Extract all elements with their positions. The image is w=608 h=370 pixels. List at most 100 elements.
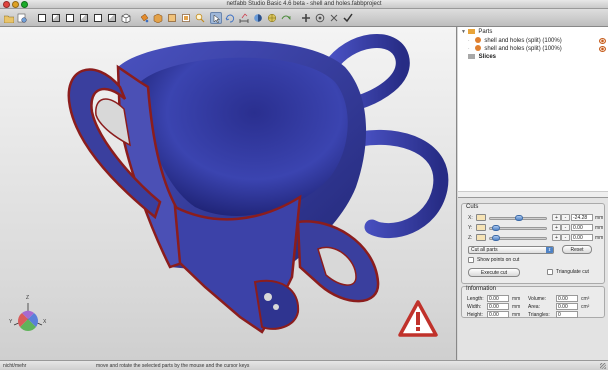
information-group: Information Length: 0.00 mm Width: 0.00 … [461,286,605,318]
triangles-label: Triangles: [528,312,550,318]
axis-gizmo [13,303,43,331]
apply-checkmark-icon[interactable] [342,12,354,24]
cut-z-unit: mm [595,235,604,241]
visibility-eye-icon[interactable] [599,46,606,52]
cut-x-plus-button[interactable]: - [561,214,570,221]
main-toolbar [0,9,608,27]
tree-horizontal-scrollbar[interactable] [458,191,608,197]
cuts-group: Cuts X: + - -24.28 mm Y: + - 0.00 mm Z: … [461,203,605,284]
view-front-icon[interactable] [36,12,48,24]
triangles-value: 0 [556,311,578,318]
cut-x-minus-button[interactable]: + [552,214,561,221]
cut-z-slider-knob[interactable] [492,235,500,241]
tree-root-row[interactable]: ▼ Parts [461,28,492,36]
execute-cut-button[interactable]: Execute cut [468,268,520,277]
cut-y-slider-knob[interactable] [492,225,500,231]
area-value: 0.00 [556,303,578,310]
cuts-title: Cuts [466,204,479,210]
cut-z-label: Z: [468,235,473,241]
pointer-icon[interactable] [210,12,222,24]
volume-value: 0.00 [556,295,578,302]
cut-z-slider[interactable] [489,235,547,241]
view-bottom-icon[interactable] [106,12,118,24]
area-label: Area: [528,304,540,310]
parts-tree: ▼ Parts ⋅ shell and holes (split) (100%)… [458,27,608,198]
volume-label: Volume: [528,296,547,302]
view-left-icon[interactable] [64,12,76,24]
height-unit: mm [512,312,521,318]
cut-x-slider[interactable] [489,215,547,221]
tree-slices-row[interactable]: Slices [468,53,496,61]
tree-part-row[interactable]: ⋅ shell and holes (split) (100%) [468,45,562,53]
cut-x-label: X: [468,215,473,221]
tree-part-label: shell and holes (split) (100%) [484,46,562,52]
visibility-eye-icon[interactable] [599,38,606,44]
cut-x-input[interactable]: -24.28 [571,214,593,221]
tree-slices-label: Slices [478,54,497,60]
warning-icon[interactable] [398,300,438,338]
status-bar: nicht/mehr move and rotate the selected … [0,360,608,370]
cut-x-plane-icon [476,214,486,221]
extra-icon[interactable] [328,12,340,24]
add-part-icon[interactable] [300,12,312,24]
cut-y-minus-button[interactable]: + [552,224,561,231]
width-unit: mm [512,304,521,310]
reset-button[interactable]: Reset [562,245,592,254]
width-label: Width: [467,304,482,310]
view-back-icon[interactable] [50,12,62,24]
paint-bucket-icon[interactable] [138,12,150,24]
cut-x-slider-knob[interactable] [515,215,523,221]
cut-z-plus-button[interactable]: - [561,234,570,241]
cut-y-input[interactable]: 0.00 [571,224,593,231]
zoom-icon[interactable] [194,12,206,24]
expand-triangle-icon[interactable]: ▼ [461,28,466,36]
slices-folder-icon [468,53,475,59]
volume-unit: cm³ [581,296,590,302]
cube-outline-icon[interactable] [166,12,178,24]
part-icon [474,37,481,44]
show-points-checkbox[interactable] [468,257,474,263]
length-label: Length: [467,296,484,302]
cut-y-plus-button[interactable]: - [561,224,570,231]
length-unit: mm [512,296,521,302]
cuts-panel: Cuts X: + - -24.28 mm Y: + - 0.00 mm Z: … [458,198,608,360]
resize-grip-icon[interactable] [600,363,606,369]
load-project-icon[interactable] [16,12,28,24]
cut-y-unit: mm [595,225,604,231]
cut-y-slider[interactable] [489,225,547,231]
repair-icon[interactable] [314,12,326,24]
rotate-icon[interactable] [224,12,236,24]
status-message: move and rotate the selected parts by th… [96,363,250,369]
triangulate-cut-label: Triangulate cut [556,269,589,275]
information-title: Information [466,286,497,292]
view-right-icon[interactable] [78,12,90,24]
status-left-text: nicht/mehr [3,363,27,369]
window-title: netfabb Studio Basic 4.6 beta - shell an… [226,1,382,7]
cut-mode-value: Cut all parts [471,247,498,253]
tree-part-label: shell and holes (split) (100%) [484,38,562,44]
part-color-icon[interactable] [152,12,164,24]
tree-part-row[interactable]: ⋅ shell and holes (split) (100%) [468,37,562,45]
layers-icon[interactable] [266,12,278,24]
width-value: 0.00 [487,303,509,310]
height-value: 0.00 [487,311,509,318]
cut-mode-select[interactable]: Cut all parts ⇕ [468,246,554,254]
3d-viewport[interactable]: Z Y X [0,27,457,360]
measure-icon[interactable] [238,12,250,24]
open-folder-icon[interactable] [3,12,15,24]
cut-z-minus-button[interactable]: + [552,234,561,241]
cut-model-render[interactable] [0,27,457,360]
view-top-icon[interactable] [92,12,104,24]
area-unit: cm² [581,304,590,310]
rotate-view-icon[interactable] [280,12,292,24]
height-label: Height: [467,312,483,318]
view-perspective-icon[interactable] [120,12,132,24]
box-select-icon[interactable] [180,12,192,24]
cut-z-input[interactable]: 0.00 [571,234,593,241]
shading-icon[interactable] [252,12,264,24]
cut-z-plane-icon [476,234,486,241]
parts-folder-icon [467,28,475,34]
cut-y-plane-icon [476,224,486,231]
triangulate-cut-checkbox[interactable] [547,269,553,275]
cut-x-unit: mm [595,215,604,221]
